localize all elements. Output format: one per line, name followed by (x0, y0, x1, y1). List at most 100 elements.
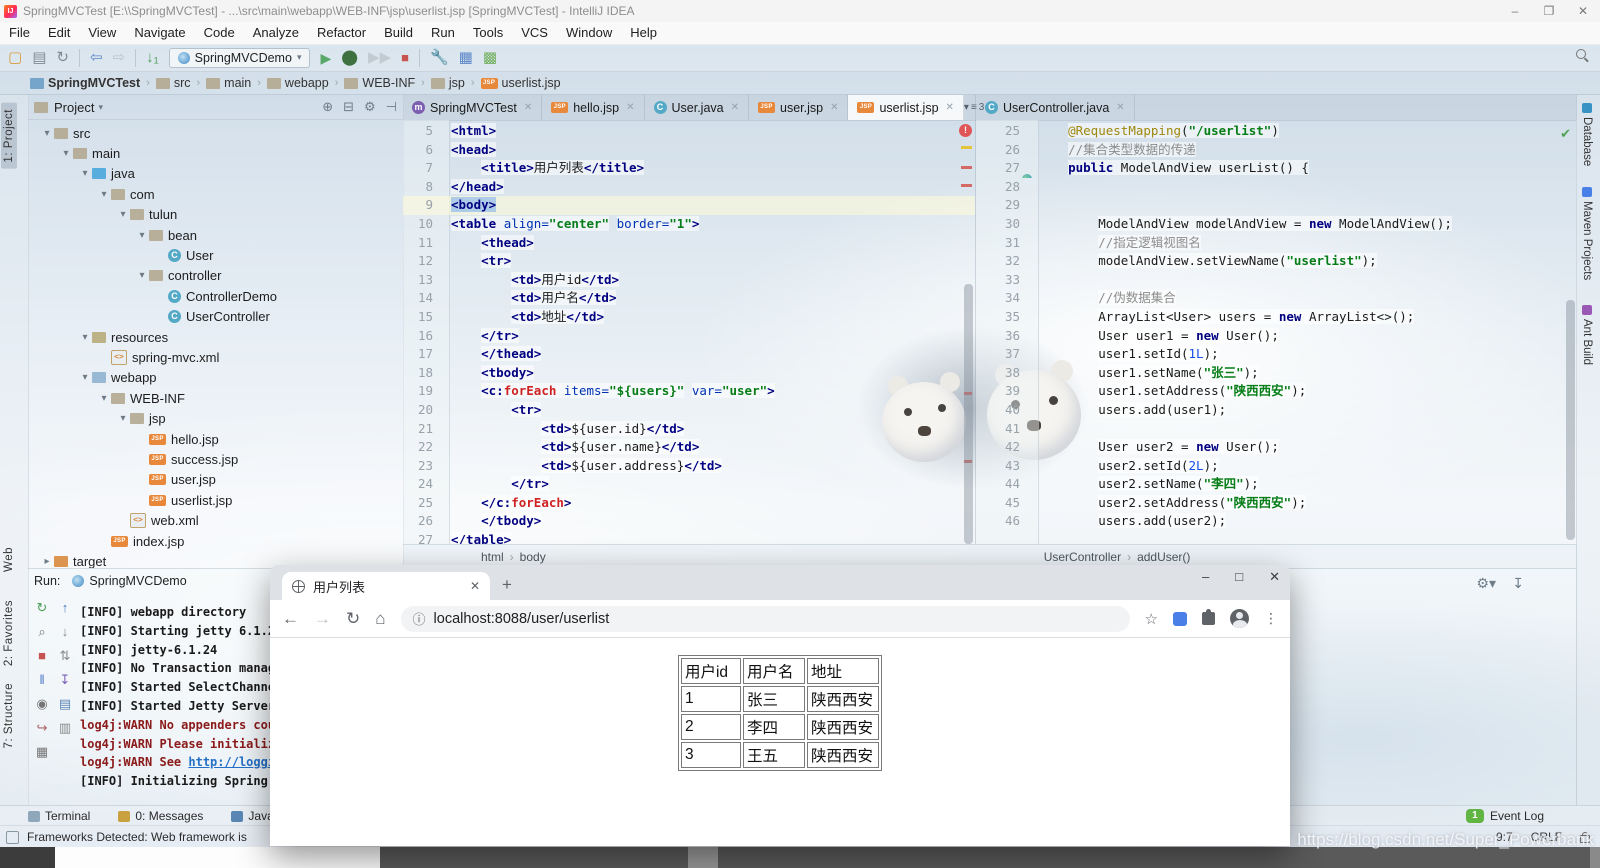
tree-item-spring-mvc.xml[interactable]: <>spring-mvc.xml (28, 347, 403, 367)
tool-window-0-messages[interactable]: 0: Messages (118, 809, 203, 823)
open-folder-icon[interactable]: ▢ (8, 50, 22, 66)
site-info-icon[interactable]: ⓘ (413, 609, 426, 628)
breadcrumb-webapp[interactable]: webapp (265, 76, 331, 90)
close-icon[interactable]: ✕ (1566, 4, 1600, 18)
tab-close-icon[interactable]: ✕ (731, 102, 739, 113)
chevron-down-icon[interactable]: ▾ (78, 372, 92, 383)
layout-icon[interactable]: ▦ (36, 745, 48, 759)
tab-close-icon[interactable]: ✕ (626, 102, 634, 113)
breadcrumb-body[interactable]: body (520, 550, 546, 564)
new-tab-icon[interactable]: + (502, 575, 512, 595)
profile-avatar[interactable] (1230, 609, 1249, 628)
sort-lines-icon[interactable]: ↓₁ (146, 50, 159, 66)
gear-icon[interactable]: ⚙▾ (1476, 575, 1496, 592)
tab-springmvctest[interactable]: mSpringMVCTest✕ (403, 95, 542, 120)
chevron-right-icon[interactable]: ▸ (40, 556, 54, 567)
breadcrumb-web-inf[interactable]: WEB-INF (342, 76, 417, 90)
breadcrumb-method[interactable]: addUser() (1137, 550, 1190, 564)
chevron-down-icon[interactable]: ▾ (40, 128, 54, 139)
save-all-icon[interactable]: ▤ (32, 50, 46, 66)
tree-item-user[interactable]: CUser (28, 245, 403, 265)
tab-close-icon[interactable]: ✕ (470, 579, 480, 593)
tool-button-favorites[interactable]: 2: Favorites (3, 600, 15, 666)
editor-scrollbar[interactable] (964, 284, 973, 544)
browser-minimize-icon[interactable]: – (1202, 569, 1209, 585)
tree-item-web-inf[interactable]: ▾WEB-INF (28, 388, 403, 408)
exit-icon[interactable]: ↪ (37, 721, 48, 735)
tab-user-java[interactable]: CUser.java✕ (645, 95, 750, 120)
gear-icon[interactable]: ⚙ (364, 99, 376, 115)
error-mark[interactable] (961, 166, 972, 169)
tab-close-icon[interactable]: ✕ (946, 102, 954, 113)
chevron-down-icon[interactable]: ▾ (59, 148, 73, 159)
tree-item-resources[interactable]: ▾resources (28, 327, 403, 347)
search-everywhere-icon[interactable] (1576, 49, 1586, 59)
tree-item-main[interactable]: ▾main (28, 143, 403, 163)
browser-back-icon[interactable]: ← (282, 609, 299, 629)
tree-item-usercontroller[interactable]: CUserController (28, 307, 403, 327)
browser-maximize-icon[interactable]: □ (1235, 569, 1243, 585)
settings-icon[interactable]: 🔧 (430, 50, 449, 66)
back-icon[interactable]: ⇦ (90, 50, 103, 66)
screenshot-icon[interactable]: ◉ (36, 697, 47, 711)
editor-userlist-jsp[interactable]: 5<html>6<head>7 <title>用户列表</title>8</he… (403, 120, 975, 544)
menu-edit[interactable]: Edit (39, 22, 79, 44)
tree-item-controller[interactable]: ▾controller (28, 266, 403, 286)
breadcrumb-springmvctest[interactable]: SpringMVCTest (28, 76, 142, 90)
pause-icon[interactable]: ‖ (39, 673, 44, 687)
status-message[interactable]: Frameworks Detected: Web framework is (27, 830, 247, 844)
hide-panel-icon[interactable]: ⊣ (386, 99, 397, 115)
browser-reload-icon[interactable]: ↻ (346, 609, 360, 629)
browser-home-icon[interactable]: ⌂ (375, 609, 385, 629)
tree-item-webapp[interactable]: ▾webapp (28, 368, 403, 388)
tab-close-icon[interactable]: ✕ (830, 102, 838, 113)
menu-build[interactable]: Build (375, 22, 422, 44)
collapse-all-icon[interactable]: ⊟ (343, 99, 354, 115)
menu-code[interactable]: Code (195, 22, 244, 44)
chevron-down-icon[interactable]: ▾ (78, 168, 92, 179)
sync-icon[interactable]: ↻ (56, 50, 69, 66)
tool-window-terminal[interactable]: Terminal (28, 809, 90, 823)
stop-icon[interactable]: ■ (401, 50, 409, 66)
down-icon[interactable]: ↓ (62, 625, 69, 639)
menu-vcs[interactable]: VCS (512, 22, 557, 44)
tree-item-bean[interactable]: ▾bean (28, 225, 403, 245)
tree-item-jsp[interactable]: ▾jsp (28, 408, 403, 428)
menu-file[interactable]: File (0, 22, 39, 44)
status-popup-icon[interactable] (6, 831, 19, 844)
gc-icon[interactable]: ▥ (59, 721, 71, 735)
stop-icon[interactable]: ■ (38, 649, 46, 663)
menu-window[interactable]: Window (557, 22, 621, 44)
tree-item-userlist.jsp[interactable]: JSPuserlist.jsp (28, 490, 403, 510)
tab-userlist-jsp[interactable]: JSPuserlist.jsp✕ (848, 95, 963, 120)
project-structure-icon[interactable]: ▦ (459, 50, 473, 66)
menu-help[interactable]: Help (621, 22, 666, 44)
scroll-end-icon[interactable]: ↧ (60, 673, 71, 687)
editor-scrollbar[interactable] (1566, 300, 1575, 540)
breadcrumb-jsp[interactable]: jsp (429, 76, 467, 90)
rerun-icon[interactable]: ↻ (37, 601, 48, 615)
chevron-down-icon[interactable]: ▾ (135, 230, 149, 241)
extension-icon[interactable] (1173, 612, 1187, 626)
tab-close-icon[interactable]: ✕ (1116, 102, 1124, 113)
breadcrumb-html[interactable]: html (481, 550, 504, 564)
tool-button-project[interactable]: 1: Project (1, 103, 17, 169)
error-mark[interactable] (961, 184, 972, 187)
menu-tools[interactable]: Tools (464, 22, 512, 44)
tab-hello-jsp[interactable]: JSPhello.jsp✕ (542, 95, 644, 120)
chrome-menu-icon[interactable]: ⋮ (1264, 610, 1278, 627)
restore-icon[interactable]: ❐ (1532, 4, 1566, 18)
menu-run[interactable]: Run (422, 22, 464, 44)
breadcrumb-src[interactable]: src (154, 76, 193, 90)
bookmark-star-icon[interactable]: ☆ (1145, 610, 1158, 628)
tool-button-structure[interactable]: 7: Structure (3, 683, 15, 748)
run-icon[interactable]: ▶ (320, 50, 331, 66)
tab-usercontroller-java[interactable]: CUserController.java✕ (976, 95, 1135, 120)
browser-close-icon[interactable]: ✕ (1269, 569, 1280, 585)
tree-item-tulun[interactable]: ▾tulun (28, 205, 403, 225)
locate-file-icon[interactable]: ⊕ (322, 99, 333, 115)
find-icon[interactable]: ⌕ (38, 625, 45, 639)
tree-item-success.jsp[interactable]: JSPsuccess.jsp (28, 449, 403, 469)
plugins-icon[interactable]: ▩ (483, 50, 497, 66)
inspections-ok-icon[interactable]: ✔ (1560, 126, 1571, 142)
